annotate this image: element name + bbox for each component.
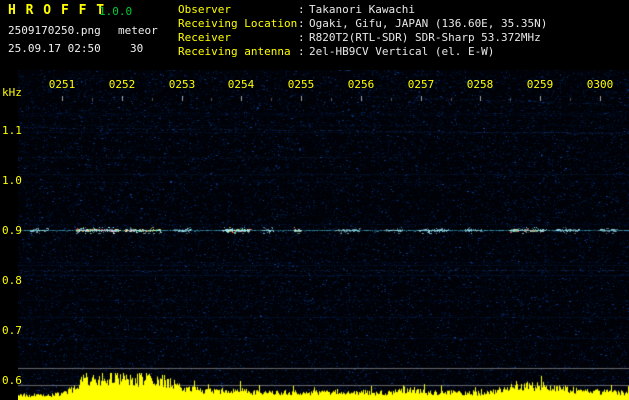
info-value: R820T2(RTL-SDR) SDR-Sharp 53.372MHz [309, 31, 541, 44]
info-colon: : [298, 31, 305, 44]
info-value: 2el-HB9CV Vertical (el. E-W) [309, 45, 495, 58]
spectrogram-plot: kHz 0251 0252 0253 0254 0255 0256 0257 0… [0, 70, 629, 400]
mode-label: meteor [118, 24, 158, 37]
info-colon: : [298, 45, 305, 58]
freq-tick-label: 0.8 [2, 274, 22, 287]
time-tick-label: 0257 [407, 78, 435, 91]
time-tick-label: 0254 [227, 78, 255, 91]
info-value: Takanori Kawachi [309, 3, 415, 16]
freq-tick-label: 1.1 [2, 124, 22, 137]
info-colon: : [298, 3, 305, 16]
info-label: Observer [178, 3, 231, 16]
filename-label: 2509170250.png [8, 24, 101, 37]
info-label: Receiving Location [178, 17, 298, 30]
info-row: Observer: Takanori Kawachi [178, 3, 547, 17]
observation-info: Observer: Takanori Kawachi Receiving Loca… [178, 3, 547, 59]
time-tick-label: 0251 [48, 78, 76, 91]
freq-tick-label: 0.9 [2, 224, 22, 237]
spectrogram-canvas [18, 70, 629, 400]
time-tick-label: 0255 [287, 78, 315, 91]
time-tick-label: 0258 [466, 78, 494, 91]
time-tick-label: 0259 [526, 78, 554, 91]
time-tick-label: 0300 [586, 78, 614, 91]
info-row: Receiving antenna:2el-HB9CV Vertical (el… [178, 45, 547, 59]
time-tick-label: 0253 [168, 78, 196, 91]
app-title: H R O F F T [8, 3, 106, 18]
time-tick-label: 0252 [108, 78, 136, 91]
hrofft-screen: { "header": { "app_name": "H R O F F T",… [0, 0, 629, 400]
time-tick-label: 0256 [347, 78, 375, 91]
header: H R O F F T 1.0.0 2509170250.png meteor … [0, 0, 629, 70]
version-label: 1.0.0 [99, 5, 133, 18]
info-row: Receiving Location: Ogaki, Gifu, JAPAN (1… [178, 17, 547, 31]
khz-unit-label: kHz [2, 86, 22, 99]
timestamp-label: 25.09.17 02:50 [8, 42, 101, 55]
count-label: 30 [130, 42, 144, 55]
info-row: Receiver: R820T2(RTL-SDR) SDR-Sharp 53.37… [178, 31, 547, 45]
freq-tick-label: 0.6 [2, 374, 22, 387]
info-value: Ogaki, Gifu, JAPAN (136.60E, 35.35N) [309, 17, 548, 30]
freq-tick-label: 0.7 [2, 324, 22, 337]
info-label: Receiver [178, 31, 231, 44]
freq-tick-label: 1.0 [2, 174, 22, 187]
info-colon: : [298, 17, 305, 30]
info-label: Receiving antenna [178, 45, 291, 58]
